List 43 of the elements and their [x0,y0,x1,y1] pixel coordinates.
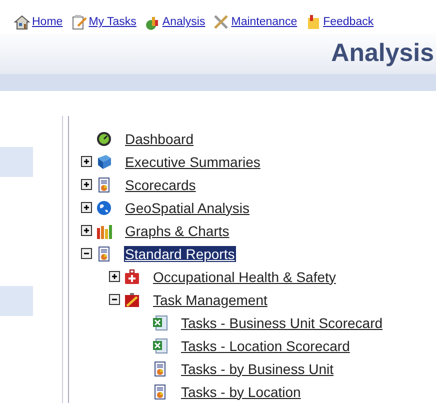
sticky-note-icon [305,14,322,30]
tree-item-link[interactable]: Executive Summaries [124,154,262,170]
nav-link[interactable]: Home [32,16,63,28]
spreadsheet-icon [152,314,168,330]
expand-toggle-icon[interactable] [81,156,92,167]
report-icon [152,384,168,400]
tree-item-link[interactable]: GeoSpatial Analysis [124,200,251,216]
nav-link[interactable]: Maintenance [231,16,298,28]
expand-toggle-icon[interactable] [81,202,92,213]
expand-toggle-icon[interactable] [109,271,120,282]
tree-item-link[interactable]: Tasks - by Business Unit [180,360,334,376]
pencil-folder-icon [124,292,140,308]
side-panel-block [0,286,33,316]
tree-item-link[interactable]: Standard Reports [124,246,236,262]
first-aid-kit-icon [124,268,140,284]
tools-icon [213,14,230,30]
side-panel-block [0,147,33,177]
report-icon [96,246,112,262]
tree-item-link[interactable]: Scorecards [124,176,197,192]
tree-item-link[interactable]: Occupational Health & Safety [152,268,337,284]
expand-toggle-icon[interactable] [109,294,120,305]
tree-item-link[interactable]: Task Management [152,292,268,308]
nav-link[interactable]: My Tasks [88,16,136,28]
tree-item-link[interactable]: Tasks - by Location [180,384,302,400]
expand-toggle-icon[interactable] [81,225,92,236]
ball-icon [96,130,112,146]
page-title: Analysis [331,39,434,68]
nav-link[interactable]: Feedback [323,16,374,28]
clipboard-icon [70,14,87,30]
tree-item-link[interactable]: Tasks - Location Scorecard [180,338,351,354]
globe-icon [96,200,112,216]
chart-icon [144,14,160,30]
report-icon [152,360,168,376]
tree-item-link[interactable]: Graphs & Charts [124,222,230,238]
tree-item-link[interactable]: Tasks - Business Unit Scorecard [180,314,384,330]
report-icon [96,176,112,192]
expand-toggle-icon[interactable] [81,248,92,259]
bar-chart-icon [96,222,112,238]
expand-toggle-icon[interactable] [81,179,92,190]
house-icon [14,14,30,30]
nav-link[interactable]: Analysis [162,16,206,28]
tree-item-link[interactable]: Dashboard [124,130,194,146]
spreadsheet-icon [152,338,168,354]
